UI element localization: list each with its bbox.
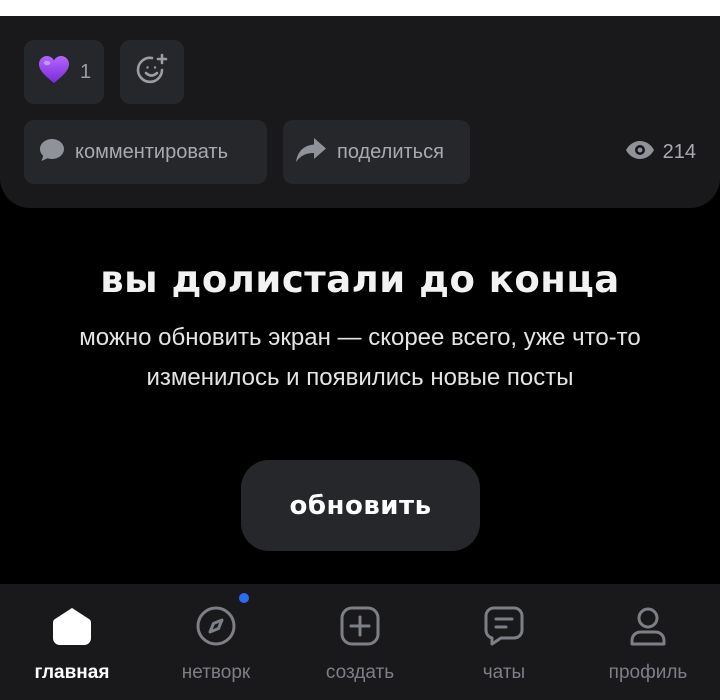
tab-home[interactable]: главная — [0, 584, 144, 700]
tab-home-label: главная — [34, 662, 110, 683]
add-emoji-icon — [135, 53, 169, 92]
app-screen: 1 комментировать поделиться 214 вы долис… — [0, 0, 720, 700]
tab-chats-label: чаты — [482, 662, 526, 683]
reaction-chip[interactable]: 1 — [24, 40, 104, 104]
notification-dot — [239, 593, 249, 603]
post-card: 1 комментировать поделиться 214 — [0, 16, 720, 208]
refresh-button[interactable]: обновить — [241, 460, 480, 551]
eye-icon — [625, 140, 655, 165]
tab-create-label: создать — [325, 662, 395, 683]
tab-profile[interactable]: профиль — [576, 584, 720, 700]
feed-end-subtitle: можно обновить экран — скорее всего, уже… — [79, 324, 641, 391]
comment-label: комментировать — [75, 140, 229, 163]
share-arrow-icon — [295, 137, 327, 168]
top-strip — [0, 0, 720, 16]
tab-network[interactable]: нетворк — [144, 584, 288, 700]
tab-network-label: нетворк — [181, 662, 251, 683]
chat-icon — [482, 604, 526, 648]
comment-button[interactable]: комментировать — [24, 120, 267, 184]
comment-bubble-icon — [39, 138, 65, 167]
tab-chats[interactable]: чаты — [432, 584, 576, 700]
purple-heart-icon — [38, 55, 70, 90]
home-icon — [50, 604, 94, 648]
add-reaction-button[interactable] — [120, 40, 184, 104]
bottom-tab-bar: главная нетворк создать чаты профиль — [0, 584, 720, 700]
share-button[interactable]: поделиться — [283, 120, 470, 184]
views-count: 214 — [662, 140, 696, 163]
views-counter: 214 — [625, 136, 696, 168]
tab-profile-label: профиль — [608, 662, 688, 683]
compass-icon — [194, 604, 238, 648]
reaction-count: 1 — [80, 60, 92, 83]
share-label: поделиться — [337, 140, 444, 163]
plus-square-icon — [338, 604, 382, 648]
profile-icon — [626, 604, 670, 648]
tab-create[interactable]: создать — [288, 584, 432, 700]
feed-end-title: вы долистали до конца — [100, 258, 620, 301]
